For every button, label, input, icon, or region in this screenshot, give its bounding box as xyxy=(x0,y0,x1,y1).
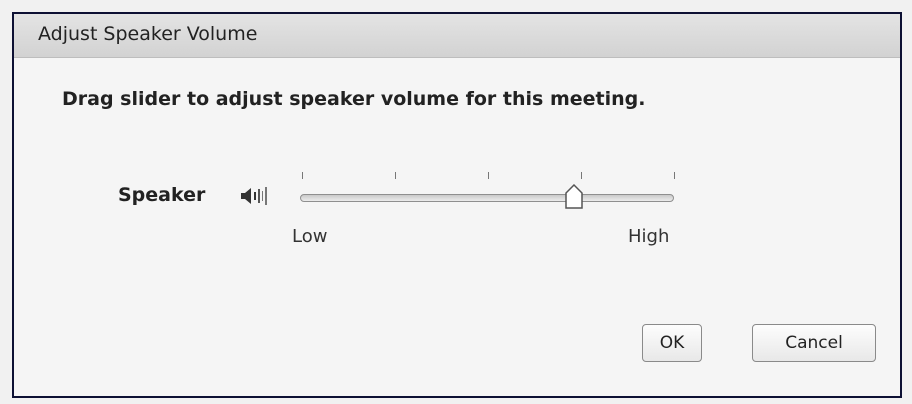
cancel-button[interactable]: Cancel xyxy=(752,324,876,362)
low-label: Low xyxy=(292,226,328,247)
adjust-speaker-volume-dialog: Adjust Speaker Volume Drag slider to adj… xyxy=(12,12,902,398)
slider-tick xyxy=(302,172,303,179)
dialog-titlebar[interactable]: Adjust Speaker Volume xyxy=(14,14,900,58)
high-label: High xyxy=(628,226,670,247)
slider-tick xyxy=(674,172,675,179)
slider-tick xyxy=(581,172,582,179)
slider-tick xyxy=(488,172,489,179)
slider-track[interactable] xyxy=(300,194,674,202)
volume-slider[interactable] xyxy=(298,172,678,222)
slider-thumb[interactable] xyxy=(564,184,583,209)
speaker-volume-icon xyxy=(241,187,267,205)
ok-button[interactable]: OK xyxy=(642,324,702,362)
slider-tick xyxy=(395,172,396,179)
instruction-text: Drag slider to adjust speaker volume for… xyxy=(62,88,646,110)
speaker-label: Speaker xyxy=(118,184,206,206)
screen-background: Adjust Speaker Volume Drag slider to adj… xyxy=(0,0,912,404)
dialog-title: Adjust Speaker Volume xyxy=(38,23,258,45)
